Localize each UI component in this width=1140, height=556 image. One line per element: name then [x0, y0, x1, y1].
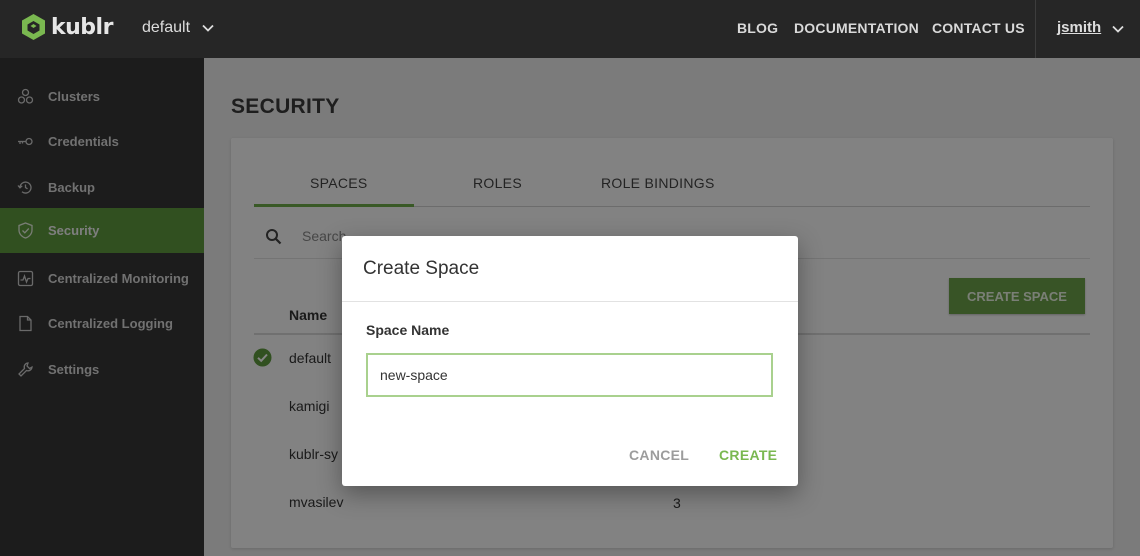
- space-name-input[interactable]: [366, 353, 773, 397]
- create-space-dialog: Create Space Space Name CANCEL CREATE: [342, 236, 798, 486]
- header-divider: [1035, 0, 1036, 58]
- top-bar: kublr default BLOG DOCUMENTATION CONTACT…: [0, 0, 1140, 58]
- user-menu[interactable]: jsmith: [1057, 19, 1101, 36]
- nav-contact-us[interactable]: CONTACT US: [932, 20, 1025, 36]
- space-name-label: Space Name: [366, 322, 450, 338]
- kublr-logo[interactable]: kublr: [21, 13, 113, 41]
- space-selector[interactable]: default: [142, 19, 214, 37]
- nav-documentation[interactable]: DOCUMENTATION: [794, 20, 919, 36]
- cancel-button[interactable]: CANCEL: [629, 447, 689, 463]
- create-button[interactable]: CREATE: [719, 447, 777, 463]
- space-selector-value: default: [142, 19, 191, 36]
- user-chevron-down-icon[interactable]: [1112, 23, 1124, 35]
- chevron-down-icon: [202, 24, 214, 32]
- dialog-title: Create Space: [363, 258, 480, 279]
- kublr-logo-icon: [22, 14, 45, 40]
- nav-blog[interactable]: BLOG: [737, 20, 778, 36]
- logo-text: kublr: [51, 14, 113, 40]
- dialog-divider: [342, 301, 798, 302]
